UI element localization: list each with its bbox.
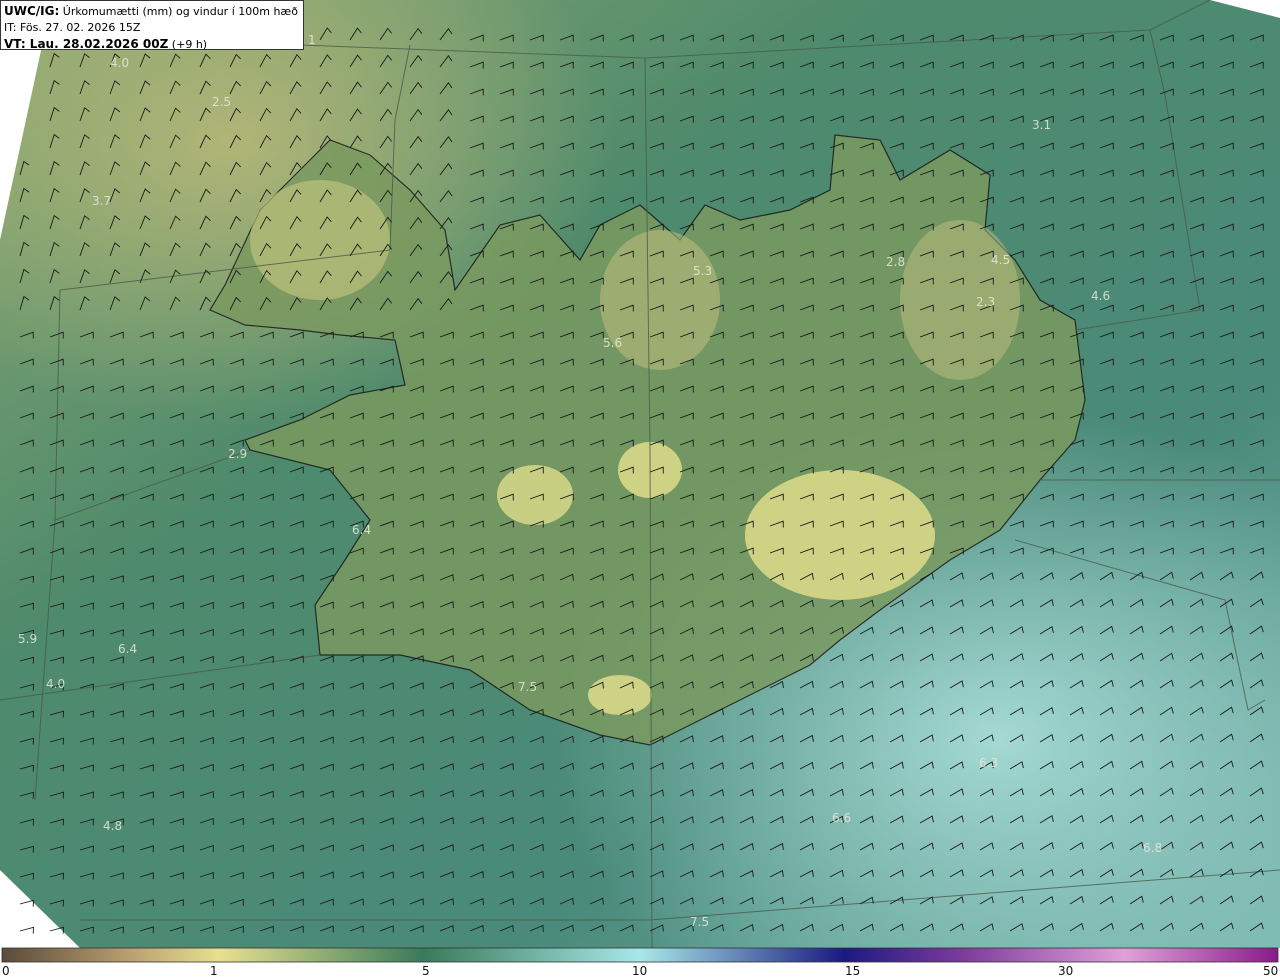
value-label: 6.4 bbox=[352, 523, 371, 537]
value-label: 3.7 bbox=[92, 194, 111, 208]
colorbar-tick: 50 bbox=[1263, 964, 1278, 978]
wind-barb bbox=[19, 899, 34, 907]
valid-time-line: VT: Lau. 28.02.2026 00Z (+9 h) bbox=[4, 36, 300, 53]
value-label: 6.6 bbox=[832, 811, 851, 825]
value-label: 4.8 bbox=[103, 819, 122, 833]
value-label: 7.5 bbox=[518, 680, 537, 694]
value-label: 4.6 bbox=[1091, 289, 1110, 303]
colorbar-tick: 1 bbox=[210, 964, 218, 978]
value-label: 4.0 bbox=[110, 56, 129, 70]
value-label: 3.1 bbox=[1032, 118, 1051, 132]
value-label: 4.0 bbox=[46, 677, 65, 691]
wind-barb bbox=[49, 926, 64, 934]
wind-barb bbox=[19, 926, 34, 934]
value-label: 5.3 bbox=[693, 264, 712, 278]
colorbar-tick: 15 bbox=[845, 964, 860, 978]
init-time: IT: Fös. 27. 02. 2026 15Z bbox=[4, 21, 141, 34]
forecast-map: 4.0 2.5 3.7 1 3.1 5.3 2.8 4.5 4.6 2.3 5.… bbox=[0, 0, 1280, 978]
colorbar-tick: 5 bbox=[422, 964, 430, 978]
product-title-line: UWC/IG: Úrkomumætti (mm) og vindur í 100… bbox=[4, 3, 300, 20]
value-label: 7.5 bbox=[690, 915, 709, 929]
value-label: 4.5 bbox=[991, 253, 1010, 267]
value-label: 2.5 bbox=[212, 95, 231, 109]
value-label: 2.3 bbox=[976, 295, 995, 309]
value-label: 6.8 bbox=[1143, 841, 1162, 855]
value-label: 1 bbox=[308, 33, 316, 47]
value-label: 5.9 bbox=[18, 632, 37, 646]
value-label: 5.6 bbox=[603, 336, 622, 350]
valid-time: VT: Lau. 28.02.2026 00Z bbox=[4, 37, 169, 51]
value-label: 2.9 bbox=[228, 447, 247, 461]
colorbar-tick: 30 bbox=[1058, 964, 1073, 978]
value-label: 6.4 bbox=[118, 642, 137, 656]
product-code: UWC/IG: bbox=[4, 4, 60, 18]
product-title: Úrkomumætti (mm) og vindur í 100m hæð bbox=[59, 5, 298, 18]
value-label: 2.8 bbox=[886, 255, 905, 269]
map-header: UWC/IG: Úrkomumætti (mm) og vindur í 100… bbox=[0, 0, 304, 53]
colorbar-tick: 10 bbox=[632, 964, 647, 978]
value-label: 6.3 bbox=[979, 756, 998, 770]
colorbar-tick: 0 bbox=[2, 964, 10, 978]
lead-time: (+9 h) bbox=[168, 38, 208, 51]
colorbar: 0 1 5 10 15 30 50 bbox=[1, 947, 1279, 978]
